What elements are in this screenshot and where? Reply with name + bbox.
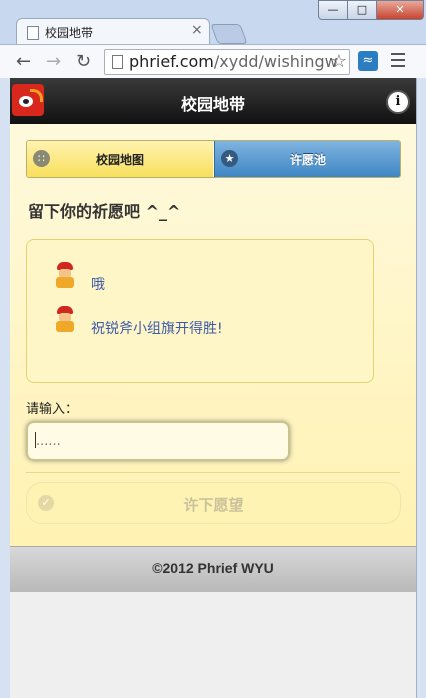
tab-label: 校园地图 (95, 153, 144, 167)
make-wish-button[interactable]: ✓ 许下愿望 (26, 482, 401, 524)
wish-list: 哦 祝锐斧小组旗开得胜! (26, 239, 374, 383)
page-title: 校园地带 (180, 95, 245, 114)
browser-tab[interactable]: 校园地带 × (16, 18, 210, 45)
forward-arrow-icon[interactable]: → (46, 51, 61, 72)
browser-menu-icon[interactable] (391, 53, 405, 71)
page-icon (112, 55, 123, 69)
window-controls: — □ ✕ (318, 0, 424, 20)
bookmark-star-icon[interactable]: ☆ (331, 51, 347, 72)
minimize-button[interactable]: — (318, 0, 348, 20)
empty-area (10, 592, 416, 698)
wish-input[interactable] (34, 429, 278, 453)
tab-close-icon[interactable]: × (191, 22, 203, 38)
divider (26, 472, 400, 473)
section-heading: 留下你的祈愿吧 ^_^ (28, 202, 181, 221)
nav-bar: ∷ 校园地图 ★ 许愿池 (26, 140, 401, 178)
tab-strip: 校园地带 × — □ ✕ (0, 0, 426, 45)
url-host: phrief.com (129, 52, 214, 71)
browser-toolbar: ← → ↻ phrief.com/xydd/wishingw ☆ ≈ (0, 44, 426, 80)
tab-label: 许愿池 (289, 153, 326, 167)
window-frame-right (416, 78, 426, 698)
url-path: /xydd/wishingw (213, 52, 338, 71)
extension-icon[interactable]: ≈ (358, 51, 378, 71)
tab-title: 校园地带 (45, 26, 94, 40)
page-icon (27, 26, 39, 40)
back-arrow-icon[interactable]: ← (16, 51, 31, 72)
wish-input-wrapper (26, 421, 290, 461)
mascot-icon (53, 262, 77, 288)
tab-campus-map[interactable]: ∷ 校园地图 (27, 141, 213, 177)
wish-text[interactable]: 哦 (91, 274, 105, 294)
browser-chrome: 校园地带 × — □ ✕ ← → ↻ phrief.com/xydd/wishi… (0, 0, 426, 80)
mascot-icon (53, 306, 77, 332)
wish-text[interactable]: 祝锐斧小组旗开得胜! (91, 318, 223, 338)
copyright-text: ©2012 Phrief WYU (152, 560, 274, 576)
new-tab-button[interactable] (210, 24, 248, 44)
input-label: 请输入： (26, 402, 79, 417)
info-icon[interactable]: i (386, 90, 410, 114)
make-wish-label: 许下愿望 (183, 496, 244, 514)
page-footer: ©2012 Phrief WYU (10, 546, 416, 593)
url-text: phrief.com/xydd/wishingw (129, 52, 338, 71)
app-header: 校园地带 i (10, 78, 416, 125)
tab-wishing-pool[interactable]: ★ 许愿池 (214, 141, 400, 177)
reload-icon[interactable]: ↻ (76, 51, 91, 72)
close-window-button[interactable]: ✕ (376, 0, 424, 20)
main-content: ∷ 校园地图 ★ 许愿池 留下你的祈愿吧 ^_^ 哦 祝锐斧小组旗开得胜! 请输… (10, 124, 416, 546)
address-bar[interactable]: phrief.com/xydd/wishingw ☆ (104, 49, 350, 75)
text-caret (35, 432, 36, 448)
maximize-button[interactable]: □ (347, 0, 377, 20)
